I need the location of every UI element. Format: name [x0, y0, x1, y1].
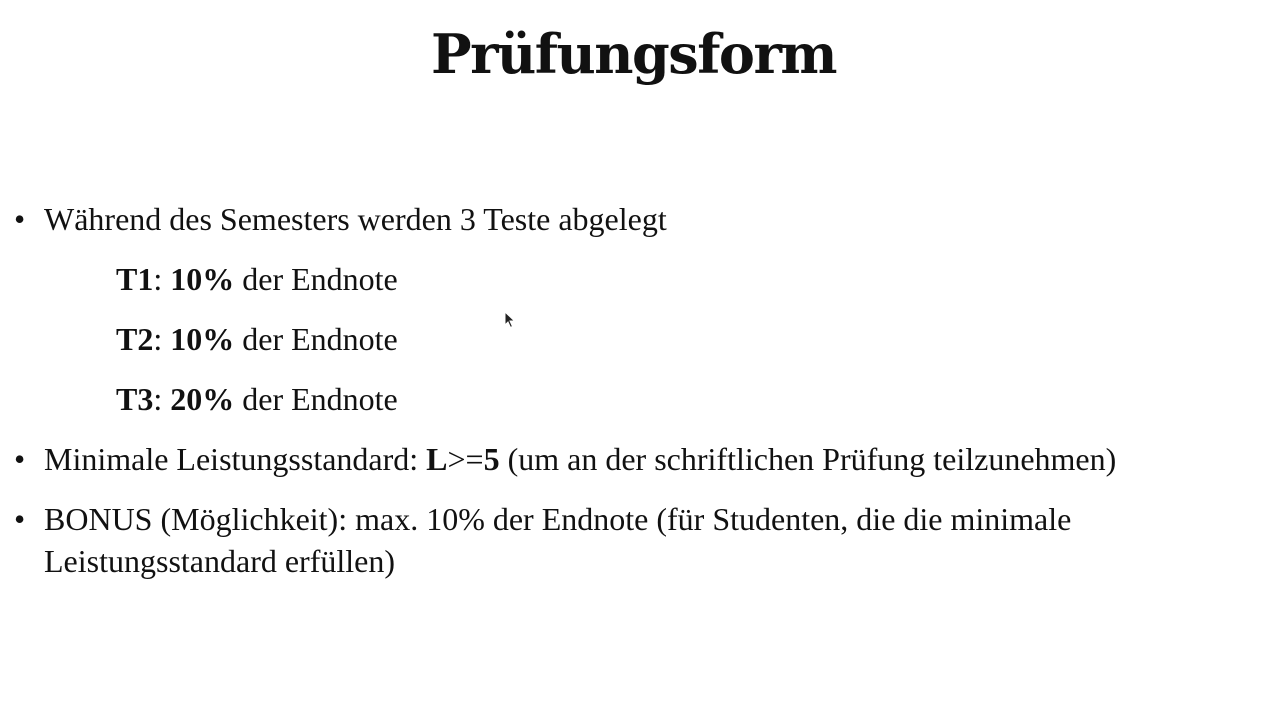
- sub-item-t1: T1: 10% der Endnote: [116, 258, 398, 300]
- test-label: T1: [116, 261, 154, 297]
- test-percent: 20%: [170, 381, 235, 417]
- bonus-line-1: BONUS (Möglichkeit): max. 10% der Endnot…: [44, 501, 1072, 537]
- test-percent: 10%: [170, 321, 235, 357]
- bullet-item-standard: • Minimale Leistungsstandard: L>=5 (um an…: [14, 438, 1116, 480]
- bullet-marker: •: [14, 201, 26, 237]
- sub-item-t2: T2: 10% der Endnote: [116, 318, 398, 360]
- test-percent: 10%: [170, 261, 235, 297]
- bullet-item-bonus: • BONUS (Möglichkeit): max. 10% der Endno…: [14, 498, 1071, 540]
- standard-value: 5: [483, 441, 500, 477]
- standard-operator: >=: [447, 441, 484, 477]
- bullet-text: Während des Semesters werden 3 Teste abg…: [44, 201, 667, 237]
- mouse-cursor-icon: [504, 311, 516, 329]
- test-label: T2: [116, 321, 154, 357]
- separator: :: [153, 321, 171, 357]
- slide-title: Prüfungsform: [430, 22, 838, 86]
- test-rest: der Endnote: [234, 321, 398, 357]
- test-label: T3: [116, 381, 154, 417]
- test-rest: der Endnote: [234, 261, 398, 297]
- sub-item-t3: T3: 20% der Endnote: [116, 378, 398, 420]
- bullet-marker: •: [14, 441, 26, 477]
- separator: :: [153, 261, 171, 297]
- bonus-line-2: Leistungsstandard erfüllen): [44, 543, 395, 579]
- standard-prefix: Minimale Leistungsstandard:: [44, 441, 427, 477]
- slide: Prüfungsform • Während des Semesters werd…: [0, 0, 1267, 717]
- standard-suffix: (um an der schriftlichen Prüfung teilzun…: [499, 441, 1117, 477]
- test-rest: der Endnote: [234, 381, 398, 417]
- bullet-item-tests: • Während des Semesters werden 3 Teste ab…: [14, 198, 667, 240]
- bullet-marker: •: [14, 501, 26, 537]
- standard-letter: L: [426, 441, 448, 477]
- separator: :: [153, 381, 171, 417]
